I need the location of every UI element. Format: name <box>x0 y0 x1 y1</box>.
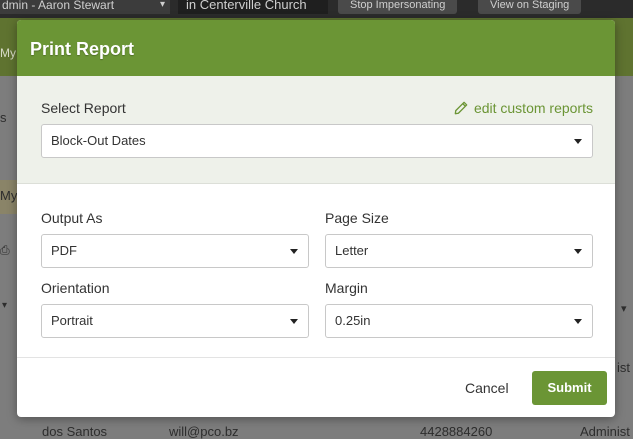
modal-header: Print Report <box>17 20 615 76</box>
output-as-select[interactable]: PDF <box>41 234 309 268</box>
edit-custom-reports-label: edit custom reports <box>473 100 593 116</box>
edit-custom-reports-link[interactable]: edit custom reports <box>454 100 593 116</box>
chevron-down-icon: ▾ <box>160 0 166 10</box>
caret-down-icon <box>574 249 582 254</box>
report-select-value: Block-Out Dates <box>51 133 146 148</box>
margin-value: 0.25in <box>335 313 371 328</box>
output-as-value: PDF <box>51 243 77 258</box>
page-size-select[interactable]: Letter <box>325 234 593 268</box>
pencil-icon <box>454 101 468 115</box>
orientation-label: Orientation <box>41 280 110 296</box>
page-fragment-my: My <box>0 188 18 203</box>
margin-select[interactable]: 0.25in <box>325 304 593 338</box>
select-report-label: Select Report <box>41 100 126 116</box>
role-fragment: ist <box>617 360 630 375</box>
church-name: in Centerville Church <box>178 0 328 14</box>
submit-button[interactable]: Submit <box>532 371 607 405</box>
cancel-button[interactable]: Cancel <box>465 380 509 396</box>
caret-down-icon <box>574 319 582 324</box>
column-caret-fragment: ▾ <box>621 303 627 315</box>
report-select[interactable]: Block-Out Dates <box>41 124 593 158</box>
page-fragment-s: s <box>0 110 7 125</box>
modal-footer: Cancel Submit <box>17 357 615 417</box>
page-size-value: Letter <box>335 243 369 258</box>
modal-title: Print Report <box>30 39 135 59</box>
stop-impersonating-button: Stop Impersonating <box>338 0 458 14</box>
margin-label: Margin <box>325 280 368 296</box>
view-on-staging-button: View on Staging <box>478 0 582 14</box>
top-bar: dmin - Aaron Stewart ▾ in Centerville Ch… <box>0 0 633 18</box>
person-email: will@pco.bz <box>169 424 239 439</box>
orientation-select[interactable]: Portrait <box>41 304 309 338</box>
person-name: dos Santos <box>42 424 108 439</box>
report-selection-section: Select Report edit custom reports Block-… <box>17 76 615 184</box>
page-size-label: Page Size <box>325 210 389 226</box>
chevron-down-icon: ▾ <box>2 300 8 311</box>
print-report-modal: Print Report Select Report edit custom r… <box>17 20 615 417</box>
caret-down-icon <box>290 249 298 254</box>
output-as-label: Output As <box>41 210 103 226</box>
report-options-section: Output As PDF Page Size Letter Orientati… <box>17 184 615 360</box>
caret-down-icon <box>290 319 298 324</box>
person-role: Administ <box>580 424 630 439</box>
impersonated-user: dmin - Aaron Stewart <box>0 0 170 14</box>
person-phone: 4428884260 <box>420 424 493 439</box>
print-icon: ⎙ <box>0 243 10 257</box>
orientation-value: Portrait <box>51 313 93 328</box>
caret-down-icon <box>574 139 582 144</box>
app-header-fragment: My <box>0 46 16 60</box>
